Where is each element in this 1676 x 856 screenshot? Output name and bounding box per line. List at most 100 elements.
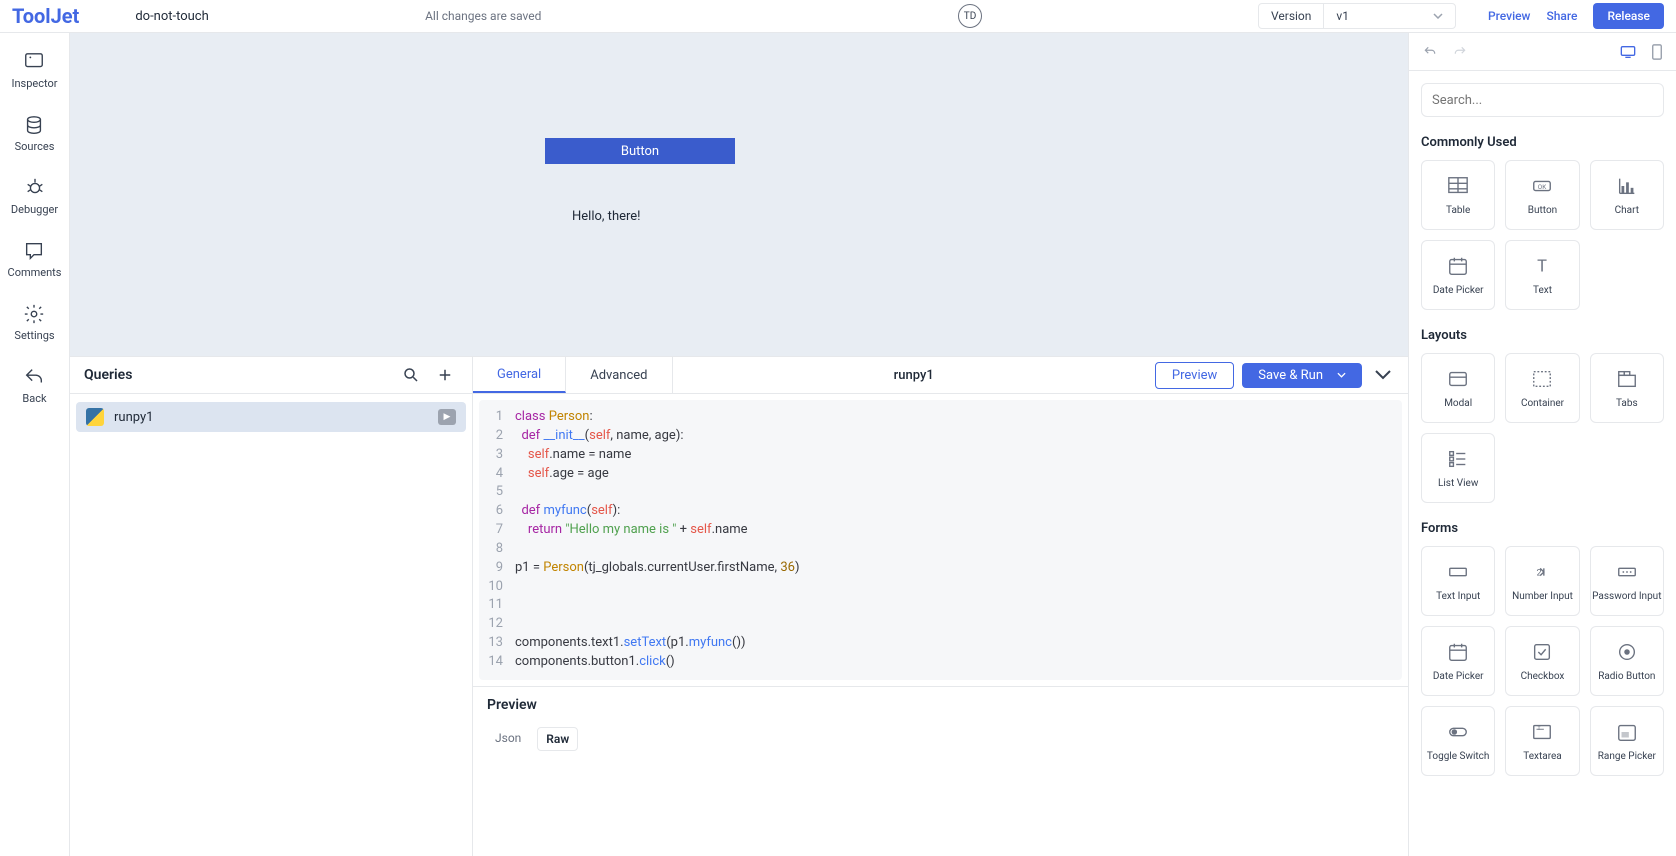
tab-general[interactable]: General	[473, 357, 566, 393]
preview-tab-raw[interactable]: Raw	[537, 727, 578, 751]
mobile-view-button[interactable]	[1648, 40, 1666, 64]
component-label: Tabs	[1616, 398, 1638, 409]
calendar-icon	[1447, 641, 1469, 663]
search-queries-button[interactable]	[398, 362, 424, 388]
logo[interactable]: ToolJet	[12, 4, 79, 28]
component-list-view[interactable]: List View	[1421, 433, 1495, 503]
chart-icon	[1616, 175, 1638, 197]
component-search-input[interactable]	[1421, 83, 1664, 117]
component-radio-button[interactable]: Radio Button	[1590, 626, 1664, 696]
component-label: Table	[1446, 205, 1470, 216]
canvas[interactable]: Button Hello, there!	[70, 33, 1408, 356]
release-button[interactable]: Release	[1593, 3, 1664, 29]
component-checkbox[interactable]: Checkbox	[1505, 626, 1579, 696]
component-text[interactable]: TText	[1505, 240, 1579, 310]
undo-button[interactable]	[1419, 41, 1441, 63]
section-title: Forms	[1421, 521, 1664, 536]
code-line[interactable]: 6 def myfunc(self):	[479, 502, 1402, 521]
code-line[interactable]: 9p1 = Person(tj_globals.currentUser.firs…	[479, 559, 1402, 578]
component-number-input[interactable]: 2Number Input	[1505, 546, 1579, 616]
code-line[interactable]: 13components.text1.setText(p1.myfunc())	[479, 634, 1402, 653]
desktop-icon	[1620, 45, 1636, 59]
calendar-icon	[1447, 255, 1469, 277]
modal-icon	[1447, 368, 1469, 390]
component-tabs[interactable]: Tabs	[1590, 353, 1664, 423]
app-name[interactable]: do-not-touch	[135, 9, 208, 24]
version-value[interactable]: v1	[1324, 4, 1455, 28]
code-line[interactable]: 10	[479, 578, 1402, 597]
chevron-down-icon	[1433, 13, 1443, 19]
password-icon	[1616, 561, 1638, 583]
code-line[interactable]: 12	[479, 615, 1402, 634]
redo-button[interactable]	[1449, 41, 1471, 63]
queries-title: Queries	[84, 367, 390, 383]
component-container[interactable]: Container	[1505, 353, 1579, 423]
code-line[interactable]: 11	[479, 596, 1402, 615]
rail-comments[interactable]: Comments	[8, 240, 62, 279]
listview-icon	[1447, 448, 1469, 470]
rail-back[interactable]: Back	[22, 366, 46, 405]
component-toggle-switch[interactable]: Toggle Switch	[1421, 706, 1495, 776]
code-line[interactable]: 2 def __init__(self, name, age):	[479, 427, 1402, 446]
textinput-icon	[1447, 561, 1469, 583]
rail-sources[interactable]: Sources	[15, 114, 55, 153]
component-label: Date Picker	[1433, 285, 1484, 296]
rail-debugger[interactable]: Debugger	[11, 177, 58, 216]
python-icon	[86, 408, 104, 426]
tab-advanced[interactable]: Advanced	[566, 357, 672, 393]
version-selector[interactable]: Version v1	[1258, 3, 1456, 29]
code-editor[interactable]: 1class Person:2 def __init__(self, name,…	[479, 400, 1402, 680]
canvas-text-component[interactable]: Hello, there!	[572, 209, 641, 224]
button-icon: OK	[1531, 175, 1553, 197]
code-line[interactable]: 4 self.age = age	[479, 465, 1402, 484]
component-button[interactable]: OKButton	[1505, 160, 1579, 230]
code-line[interactable]: 14components.button1.click()	[479, 653, 1402, 672]
preview-tab-json[interactable]: Json	[487, 727, 529, 751]
query-name-display[interactable]: runpy1	[673, 368, 1155, 383]
components-panel: Commonly Used Table OKButtonChart Date Pick…	[1408, 33, 1676, 856]
component-chart[interactable]: Chart	[1590, 160, 1664, 230]
query-item-name: runpy1	[114, 410, 428, 425]
component-label: List View	[1438, 478, 1478, 489]
desktop-view-button[interactable]	[1616, 41, 1640, 63]
component-modal[interactable]: Modal	[1421, 353, 1495, 423]
rail-settings[interactable]: Settings	[14, 303, 54, 342]
plus-icon	[436, 366, 454, 384]
canvas-button-component[interactable]: Button	[545, 138, 735, 164]
svg-text:OK: OK	[1538, 182, 1547, 190]
component-date-picker[interactable]: Date Picker	[1421, 240, 1495, 310]
component-password-input[interactable]: Password Input	[1590, 546, 1664, 616]
debugger-icon	[24, 177, 46, 199]
code-line[interactable]: 1class Person:	[479, 408, 1402, 427]
section-title: Commonly Used	[1421, 135, 1664, 150]
user-avatar[interactable]: TD	[958, 4, 982, 28]
query-item[interactable]: runpy1 ▶	[76, 402, 466, 432]
svg-text:T: T	[1538, 257, 1548, 276]
rail-label: Back	[22, 392, 46, 405]
share-button[interactable]: Share	[1546, 9, 1577, 23]
save-run-button[interactable]: Save & Run	[1242, 363, 1362, 388]
toggle-icon	[1447, 721, 1469, 743]
component-text-input[interactable]: Text Input	[1421, 546, 1495, 616]
code-line[interactable]: 5	[479, 483, 1402, 502]
run-query-chip[interactable]: ▶	[438, 409, 456, 425]
component-textarea[interactable]: TTextarea	[1505, 706, 1579, 776]
query-preview-button[interactable]: Preview	[1155, 362, 1234, 389]
component-date-picker[interactable]: Date Picker	[1421, 626, 1495, 696]
collapse-panel-button[interactable]	[1370, 365, 1396, 385]
table-icon	[1447, 175, 1469, 197]
rail-inspector[interactable]: Inspector	[11, 51, 57, 90]
rail-label: Inspector	[11, 77, 57, 90]
sources-icon	[23, 114, 45, 136]
tabs-icon	[1616, 368, 1638, 390]
add-query-button[interactable]	[432, 362, 458, 388]
chevron-down-icon	[1374, 369, 1392, 381]
text-icon: T	[1531, 255, 1553, 277]
code-line[interactable]: 7 return "Hello my name is " + self.name	[479, 521, 1402, 540]
component-label: Checkbox	[1521, 671, 1565, 682]
preview-button[interactable]: Preview	[1488, 9, 1531, 23]
component-range-picker[interactable]: Range Picker	[1590, 706, 1664, 776]
component-table[interactable]: Table	[1421, 160, 1495, 230]
code-line[interactable]: 3 self.name = name	[479, 446, 1402, 465]
code-line[interactable]: 8	[479, 540, 1402, 559]
